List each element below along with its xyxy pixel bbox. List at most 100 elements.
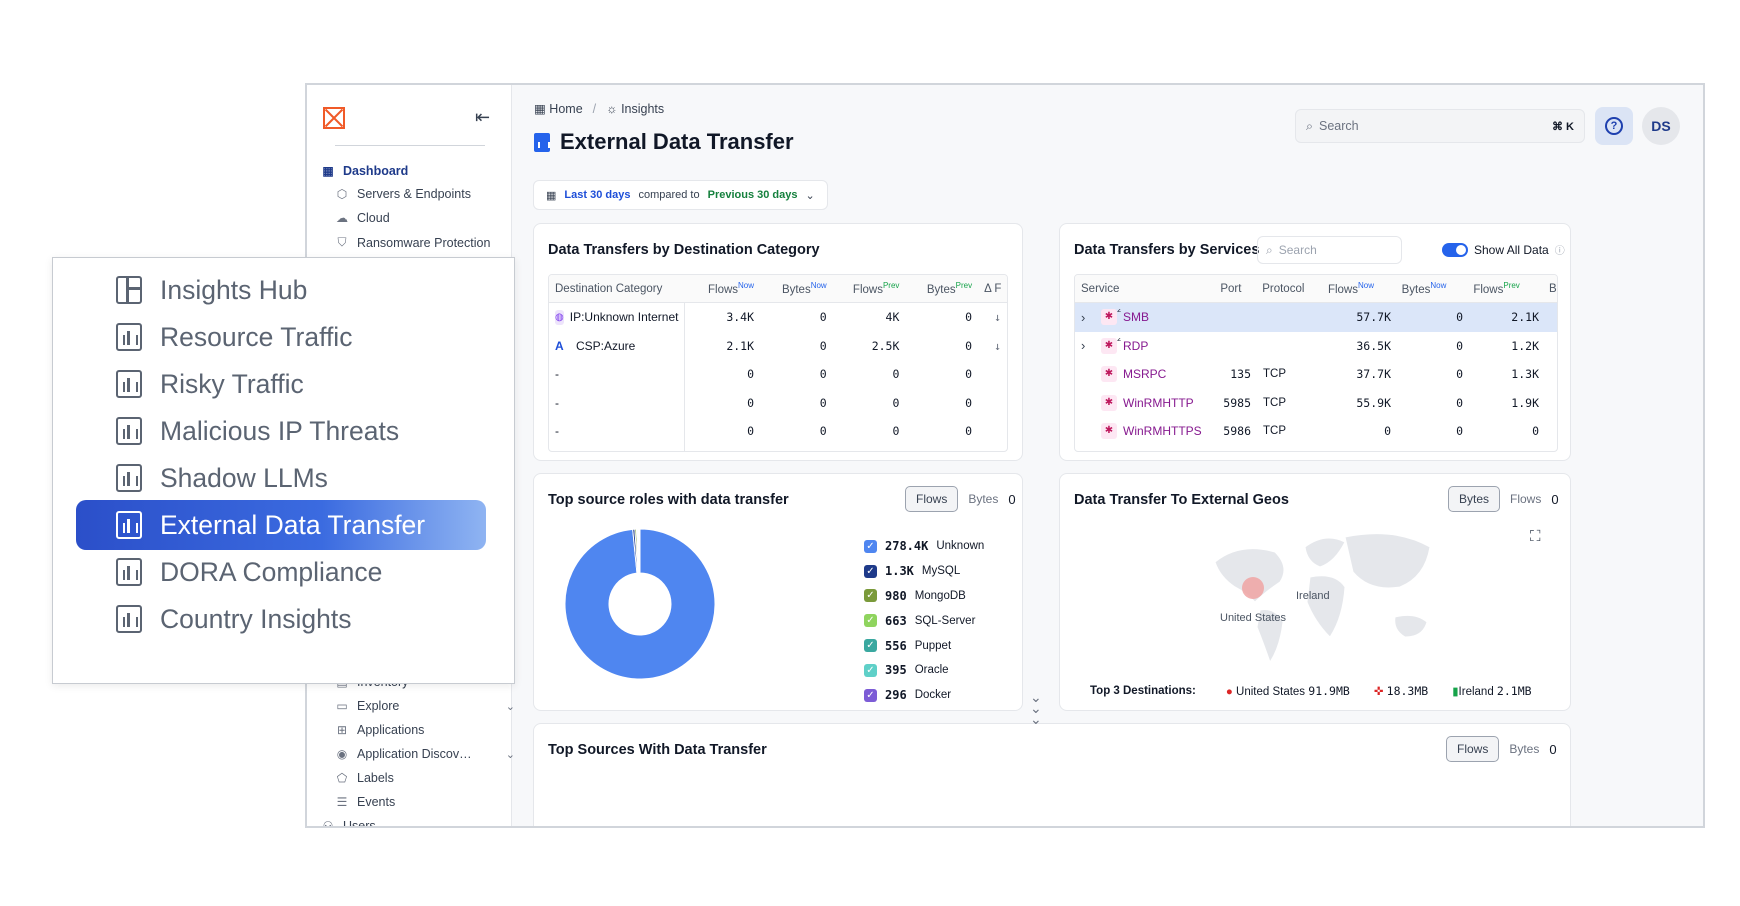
- report-icon: [534, 132, 550, 152]
- roles-donut-chart: [564, 528, 716, 680]
- table-row[interactable]: ◍ IP:Unknown Internet 3.4K 0 4K 0 ↓: [549, 303, 1007, 332]
- cell-flows-now: 36.5K: [1356, 338, 1391, 353]
- col-destination-category[interactable]: Destination Category: [549, 283, 685, 295]
- legend-label: MongoDB: [914, 589, 966, 602]
- toggle-switch[interactable]: [1442, 242, 1468, 257]
- services-search-input[interactable]: ⌕ Search: [1257, 236, 1402, 264]
- sidebar-item-label: Dashboard: [343, 164, 409, 178]
- expand-row-icon[interactable]: ›: [1081, 310, 1101, 325]
- col-flows-now[interactable]: FlowsNow: [1322, 281, 1396, 296]
- table-row[interactable]: ✱ WinRMHTTP 5985 TCP 55.9K 0 1.9K: [1075, 389, 1557, 418]
- col-extra[interactable]: B: [1543, 283, 1557, 295]
- bytes-toggle-button[interactable]: Bytes: [1448, 486, 1501, 512]
- sidebar-item-ransomware[interactable]: ⛉ Ransomware Protection: [335, 235, 515, 250]
- checkbox-icon[interactable]: ✓: [864, 688, 877, 702]
- cell-bytes-now: 0: [819, 338, 827, 353]
- col-bytes-prev[interactable]: BytesPrev: [905, 281, 978, 296]
- breadcrumb-insights[interactable]: ☼ Insights: [606, 102, 664, 116]
- col-protocol[interactable]: Protocol: [1256, 283, 1322, 295]
- col-flows-prev[interactable]: FlowsPrev: [1467, 281, 1543, 296]
- legend-item[interactable]: ✓ 556 Puppet: [864, 633, 984, 658]
- sidebar-item-app-discovery[interactable]: ◉ Application Discov… ⌄: [335, 747, 515, 761]
- col-port[interactable]: Port: [1214, 283, 1256, 295]
- menu-item-resource-traffic[interactable]: Resource Traffic: [76, 312, 486, 362]
- cell-service[interactable]: MSRPC: [1123, 367, 1166, 381]
- col-bytes-now[interactable]: BytesNow: [760, 281, 833, 296]
- card-title: Data Transfers by Services: [1074, 242, 1260, 258]
- sidebar-item-labels[interactable]: ⬠ Labels: [335, 771, 515, 785]
- table-row[interactable]: -0000: [549, 388, 1007, 417]
- table-row[interactable]: ›✱4VNC000: [1075, 446, 1557, 452]
- cell-service[interactable]: WinRMHTTP: [1123, 396, 1194, 410]
- col-flows-prev[interactable]: FlowsPrev: [833, 281, 906, 296]
- legend-item[interactable]: ✓ 980 MongoDB: [864, 584, 984, 609]
- legend-item[interactable]: ✓ 278.4K Unknown: [864, 534, 984, 559]
- table-row[interactable]: -0000: [549, 445, 1007, 451]
- checkbox-icon[interactable]: ✓: [864, 614, 877, 628]
- show-all-data-toggle[interactable]: Show All Data ⓘ: [1442, 242, 1565, 257]
- asia-shape: [1344, 533, 1431, 589]
- cell-bytes-prev: 0: [965, 310, 973, 325]
- flows-bytes-toggle: Flows Bytes 0: [1446, 736, 1557, 762]
- table-row[interactable]: › ✱ 2 SMB 57.7K 0 2.1K: [1075, 303, 1557, 332]
- menu-item-malicious-ip-threats[interactable]: Malicious IP Threats: [76, 406, 486, 456]
- sidebar-item-explore[interactable]: ▭ Explore ⌄: [335, 699, 515, 713]
- cell-bytes-now: 0: [1456, 310, 1463, 325]
- menu-item-external-data-transfer[interactable]: External Data Transfer: [76, 500, 486, 550]
- menu-item-insights-hub[interactable]: Insights Hub: [76, 265, 486, 315]
- expand-row-icon[interactable]: ›: [1081, 338, 1101, 353]
- flows-toggle-button[interactable]: Flows: [1446, 736, 1500, 762]
- table-row[interactable]: ✱ WinRMHTTPS 5986 TCP 0 0 0: [1075, 417, 1557, 446]
- scroll-down-icon[interactable]: ⌄ ⌄ ⌄: [1030, 690, 1042, 726]
- menu-item-risky-traffic[interactable]: Risky Traffic: [76, 359, 486, 409]
- bytes-flows-toggle: Bytes Flows 0: [1448, 486, 1559, 512]
- table-row[interactable]: ✱ MSRPC 135 TCP 37.7K 0 1.3K: [1075, 360, 1557, 389]
- col-bytes-now[interactable]: BytesNow: [1396, 281, 1468, 296]
- us-marker[interactable]: [1242, 577, 1264, 599]
- col-service[interactable]: Service: [1075, 283, 1214, 295]
- checkbox-icon[interactable]: ✓: [864, 564, 877, 578]
- legend-item[interactable]: ✓ 663 SQL-Server: [864, 608, 984, 633]
- legend-item[interactable]: ✓204PostgreSQL: [864, 708, 984, 710]
- cell-service[interactable]: WinRMHTTPS: [1123, 424, 1202, 438]
- checkbox-icon[interactable]: ✓: [864, 589, 877, 603]
- logo[interactable]: [323, 107, 345, 129]
- sidebar-item-users[interactable]: ⚇ Users: [321, 819, 501, 826]
- cell-service[interactable]: RDP: [1123, 339, 1148, 353]
- table-row[interactable]: A CSP:Azure 2.1K 0 2.5K 0 ↓: [549, 331, 1007, 360]
- menu-item-shadow-llms[interactable]: Shadow LLMs: [76, 453, 486, 503]
- sidebar-item-dashboard[interactable]: ▦ Dashboard: [321, 164, 501, 178]
- flows-toggle-button[interactable]: Flows: [1510, 492, 1541, 506]
- bytes-toggle-button[interactable]: Bytes: [968, 492, 998, 506]
- col-delta[interactable]: Δ F: [978, 283, 1007, 295]
- report-icon: [116, 323, 142, 351]
- checkbox-icon[interactable]: ✓: [864, 639, 877, 653]
- checkbox-icon[interactable]: ✓: [864, 663, 877, 677]
- expand-icon[interactable]: ⛶: [1530, 528, 1541, 545]
- table-row[interactable]: -0000: [549, 417, 1007, 446]
- cell-service[interactable]: SMB: [1123, 310, 1149, 324]
- legend-item[interactable]: ✓ 395 Oracle: [864, 658, 984, 683]
- cell-protocol: TCP: [1263, 425, 1286, 438]
- collapse-sidebar-icon[interactable]: ⇤: [475, 107, 490, 128]
- sidebar-item-cloud[interactable]: ☁ Cloud: [335, 211, 515, 225]
- col-flows-now[interactable]: FlowsNow: [685, 281, 760, 296]
- legend-item[interactable]: ✓ 1.3K MySQL: [864, 559, 984, 584]
- menu-item-dora-compliance[interactable]: DORA Compliance: [76, 547, 486, 597]
- map-label-us: United States: [1220, 612, 1287, 624]
- menu-item-country-insights[interactable]: Country Insights: [76, 594, 486, 644]
- bytes-toggle-button[interactable]: Bytes: [1509, 742, 1539, 756]
- breadcrumb-home[interactable]: ▦ Home: [534, 101, 583, 116]
- sidebar-item-events[interactable]: ☰ Events: [335, 795, 515, 809]
- avatar[interactable]: DS: [1642, 107, 1680, 145]
- legend-item[interactable]: ✓ 296 Docker: [864, 683, 984, 708]
- table-row[interactable]: › ✱ 2 RDP 36.5K 0 1.2K: [1075, 332, 1557, 361]
- sidebar-item-applications[interactable]: ⊞ Applications: [335, 723, 515, 737]
- help-button[interactable]: ?: [1595, 107, 1633, 145]
- checkbox-icon[interactable]: ✓: [864, 539, 877, 553]
- flows-toggle-button[interactable]: Flows: [905, 486, 959, 512]
- sidebar-item-servers[interactable]: ⬡ Servers & Endpoints: [335, 187, 515, 201]
- table-row[interactable]: -0000: [549, 360, 1007, 389]
- search-input[interactable]: ⌕ Search ⌘ K: [1295, 109, 1585, 143]
- date-range-picker[interactable]: ▦ Last 30 days compared to Previous 30 d…: [533, 180, 828, 210]
